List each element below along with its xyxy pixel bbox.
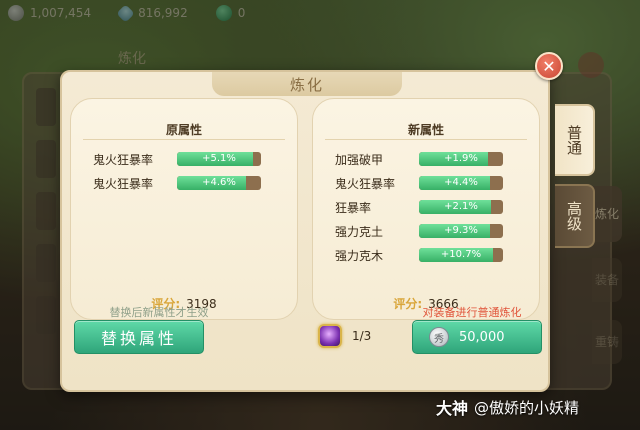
tab-normal-refine[interactable]: 普通 xyxy=(555,104,595,176)
attribute-name: 鬼火狂暴率 xyxy=(93,176,154,191)
attribute-value: +4.4% xyxy=(444,177,478,188)
attribute-value: +10.7% xyxy=(440,249,482,260)
attribute-row: 强力克木 +10.7% xyxy=(335,243,525,267)
attribute-row: 鬼火狂暴率 +5.1% xyxy=(93,147,283,171)
refine-stone-counter: 1/3 xyxy=(318,324,371,348)
dialog-title-bar: 炼化 xyxy=(212,72,402,96)
attribute-bar: +4.6% xyxy=(177,176,261,190)
original-attributes-list: 鬼火狂暴率 +5.1% 鬼火狂暴率 +4.6% xyxy=(93,147,283,195)
refine-stone-icon[interactable] xyxy=(318,324,342,348)
attribute-name: 加强破甲 xyxy=(335,152,384,167)
new-attributes-panel: 新属性 加强破甲 +1.9% 鬼火狂暴率 +4.4% 狂暴率 +2.1% 强力克土 +9.3%… xyxy=(312,98,540,320)
attribute-bar: +9.3% xyxy=(419,224,503,238)
attribute-row: 加强破甲 +1.9% xyxy=(335,147,525,171)
attribute-name: 强力克木 xyxy=(335,248,384,263)
new-attributes-list: 加强破甲 +1.9% 鬼火狂暴率 +4.4% 狂暴率 +2.1% 强力克土 +9.3% 强力克木… xyxy=(335,147,525,267)
attribute-row: 鬼火狂暴率 +4.4% xyxy=(335,171,525,195)
attribute-name: 鬼火狂暴率 xyxy=(335,176,396,191)
divider xyxy=(83,139,285,140)
tab-label: 普通 xyxy=(565,125,583,155)
new-attributes-heading: 新属性 xyxy=(407,123,444,137)
attribute-name: 狂暴率 xyxy=(335,200,372,215)
close-button[interactable]: ✕ xyxy=(535,52,563,80)
attribute-value: +9.3% xyxy=(444,225,478,236)
tab-advanced-refine[interactable]: 高级 xyxy=(555,184,595,248)
replace-hint: 替换后新属性才生效 xyxy=(109,306,209,319)
original-attributes-heading: 原属性 xyxy=(165,123,202,137)
attribute-bar: +5.1% xyxy=(177,152,261,166)
tab-label: 高级 xyxy=(565,201,583,231)
attribute-value: +1.9% xyxy=(444,153,478,164)
attribute-value: +2.1% xyxy=(444,201,478,212)
attribute-row: 鬼火狂暴率 +4.6% xyxy=(93,171,283,195)
normal-refine-button[interactable]: 秀 50,000 xyxy=(412,320,542,354)
attribute-name: 鬼火狂暴率 xyxy=(93,152,154,167)
original-attributes-panel: 原属性 鬼火狂暴率 +5.1% 鬼火狂暴率 +4.6% 评分: 3198 xyxy=(70,98,298,320)
refine-dialog: 炼化 原属性 鬼火狂暴率 +5.1% 鬼火狂暴率 +4.6% 评分: 3198 新属性 … xyxy=(60,70,550,392)
refine-cost: 50,000 xyxy=(459,329,505,345)
attribute-bar: +10.7% xyxy=(419,248,503,262)
attribute-row: 强力克土 +9.3% xyxy=(335,219,525,243)
stone-count: 1/3 xyxy=(352,329,372,343)
attribute-value: +5.1% xyxy=(202,153,236,164)
watermark-brand: 大神 xyxy=(436,399,469,418)
attribute-bar: +2.1% xyxy=(419,200,503,214)
refine-hint: 对装备进行普通炼化 xyxy=(422,306,522,319)
replace-attributes-button[interactable]: 替换属性 xyxy=(74,320,204,354)
attribute-value: +4.6% xyxy=(202,177,236,188)
divider xyxy=(325,139,527,140)
watermark-user: @傲娇的小妖精 xyxy=(474,398,580,417)
attribute-name: 强力克土 xyxy=(335,224,384,239)
attribute-bar: +4.4% xyxy=(419,176,503,190)
silver-coin-icon: 秀 xyxy=(429,327,449,347)
attribute-row: 狂暴率 +2.1% xyxy=(335,195,525,219)
dialog-title: 炼化 xyxy=(289,75,324,94)
attribute-bar: +1.9% xyxy=(419,152,503,166)
watermark: 大神 @傲娇的小妖精 xyxy=(436,395,579,419)
